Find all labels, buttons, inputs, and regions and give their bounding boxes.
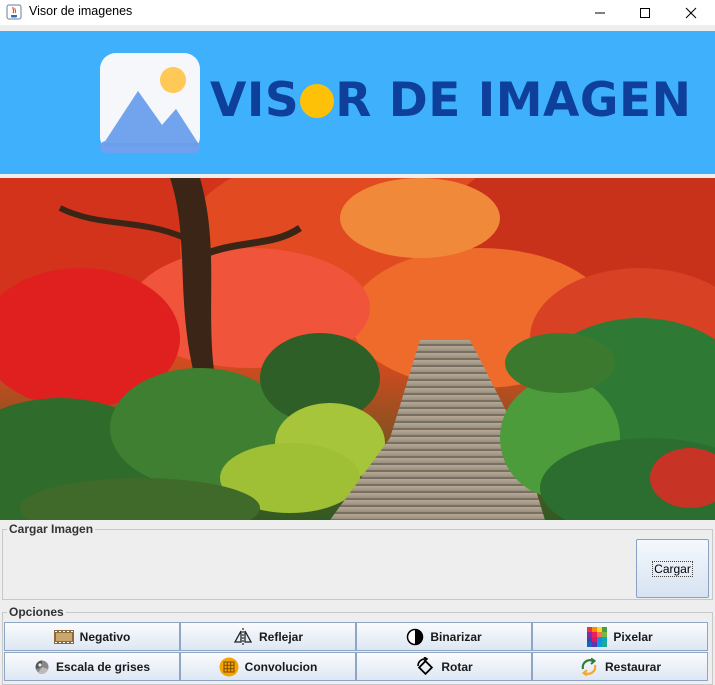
maximize-icon <box>640 7 650 18</box>
binarize-button-label: Binarizar <box>430 629 482 644</box>
restore-arrows-icon <box>581 657 597 676</box>
pixelate-button-label: Pixelar <box>613 629 653 644</box>
negative-button-label: Negativo <box>79 629 131 644</box>
load-image-group: Cargar Imagen <box>2 522 713 600</box>
banner-title: VIS R DE IMAGEN <box>210 73 691 128</box>
sun-o-icon <box>300 83 335 118</box>
mirror-flip-icon <box>233 627 253 646</box>
title-bar[interactable]: Visor de imagenes <box>0 0 715 25</box>
app-window: Visor de imagenes VIS R DE IMAGEN Cargar… <box>0 0 715 685</box>
convolution-button[interactable]: Convolucion <box>180 652 356 681</box>
load-button[interactable]: Cargar <box>636 539 709 598</box>
autumn-garden-photo <box>0 178 715 520</box>
minimize-button[interactable] <box>577 0 623 25</box>
restore-button[interactable]: Restaurar <box>532 652 708 681</box>
filter-grid-icon <box>219 657 239 676</box>
header-banner: VIS R DE IMAGEN <box>0 31 715 174</box>
maximize-button[interactable] <box>622 0 668 25</box>
grayscale-button[interactable]: Escala de grises <box>4 652 180 681</box>
load-group-label: Cargar Imagen <box>7 522 96 536</box>
grayscale-disc-icon <box>35 660 49 674</box>
options-group-label: Opciones <box>7 605 66 619</box>
rotate-button-label: Rotar <box>441 659 473 674</box>
reflect-button-label: Reflejar <box>258 629 304 644</box>
window-title: Visor de imagenes <box>29 4 133 18</box>
banner-title-part1: VIS <box>210 73 300 128</box>
close-icon <box>685 7 697 18</box>
reflect-button[interactable]: Reflejar <box>180 622 356 651</box>
rotate-button[interactable]: Rotar <box>356 652 532 681</box>
grayscale-button-label: Escala de grises <box>55 659 151 674</box>
pixelate-button[interactable]: Pixelar <box>532 622 708 651</box>
negative-button[interactable]: Negativo <box>4 622 180 651</box>
image-picture-icon <box>100 53 200 153</box>
close-button[interactable] <box>668 0 714 25</box>
minimize-icon <box>595 12 605 13</box>
restore-button-label: Restaurar <box>604 659 662 674</box>
film-negative-icon <box>53 629 74 644</box>
half-circle-contrast-icon <box>407 628 424 645</box>
convolution-button-label: Convolucion <box>244 659 318 674</box>
java-cup-icon <box>6 4 22 20</box>
banner-title-part2: R DE IMAGEN <box>335 73 692 128</box>
rotate-icon <box>417 656 434 675</box>
image-display <box>0 178 715 520</box>
binarize-button[interactable]: Binarizar <box>356 622 532 651</box>
pixel-grid-icon <box>587 626 608 647</box>
load-button-label: Cargar <box>652 560 693 577</box>
